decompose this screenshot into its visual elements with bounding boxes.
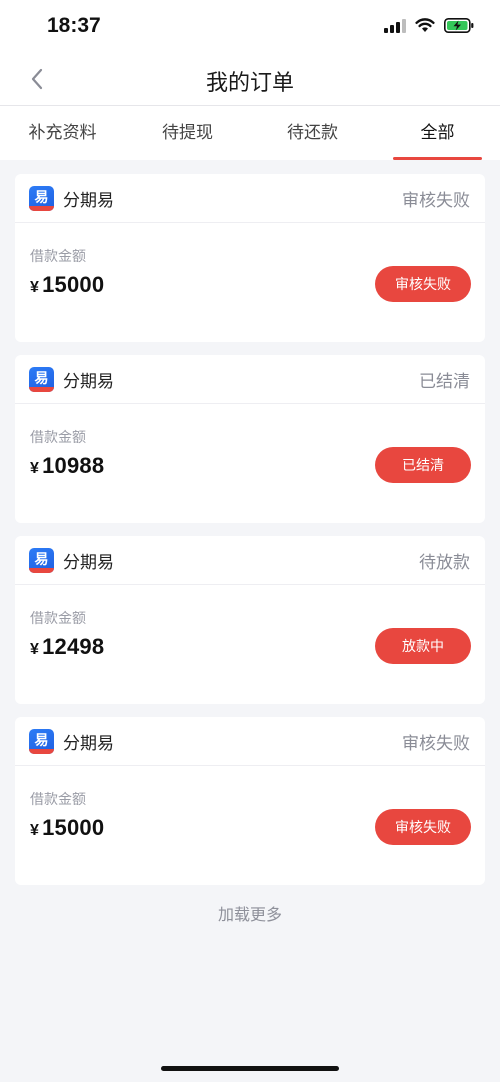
order-card-body: 借款金额 ¥10988 已结清	[15, 404, 485, 522]
currency-symbol: ¥	[30, 641, 40, 658]
order-status: 审核失败	[402, 190, 470, 211]
status-time: 18:37	[47, 14, 101, 37]
order-status: 审核失败	[402, 733, 470, 754]
home-indicator[interactable]	[161, 1066, 339, 1071]
app-logo-icon: 易	[29, 547, 54, 573]
order-card-body: 借款金额 ¥12498 放款中	[15, 585, 485, 703]
signal-icon	[384, 18, 406, 37]
order-tabs: 补充资料 待提现 待还款 全部	[0, 106, 500, 160]
amount-label: 借款金额	[30, 611, 86, 627]
order-card-header: 易 分期易 审核失败	[15, 174, 485, 223]
tab-all[interactable]: 全部	[375, 106, 500, 160]
tab-supplement[interactable]: 补充资料	[0, 106, 125, 160]
order-list: 易 分期易 审核失败 借款金额 ¥15000 审核失败 易 分期易 已结清 借款…	[0, 160, 500, 925]
currency-symbol: ¥	[30, 822, 40, 839]
status-icons	[384, 18, 474, 37]
amount-number: 12498	[42, 634, 105, 659]
order-action-button[interactable]: 已结清	[375, 447, 471, 483]
order-status: 待放款	[419, 552, 470, 573]
amount-label: 借款金额	[30, 430, 86, 446]
currency-symbol: ¥	[30, 460, 40, 477]
status-bar: 18:37	[0, 0, 500, 56]
wifi-icon	[415, 18, 435, 37]
brand-name: 分期易	[63, 190, 114, 211]
amount-number: 15000	[42, 272, 105, 297]
nav-bar: 我的订单	[0, 56, 500, 106]
order-action-button[interactable]: 审核失败	[375, 809, 471, 845]
currency-symbol: ¥	[30, 279, 40, 296]
order-card-body: 借款金额 ¥15000 审核失败	[15, 223, 485, 341]
order-card[interactable]: 易 分期易 已结清 借款金额 ¥10988 已结清	[15, 355, 485, 523]
order-card-header: 易 分期易 已结清	[15, 355, 485, 404]
tab-pending-withdraw[interactable]: 待提现	[125, 106, 250, 160]
order-status: 已结清	[419, 371, 470, 392]
brand-name: 分期易	[63, 733, 114, 754]
app-logo-icon: 易	[29, 185, 54, 211]
order-action-button[interactable]: 审核失败	[375, 266, 471, 302]
brand-name: 分期易	[63, 552, 114, 573]
order-card[interactable]: 易 分期易 待放款 借款金额 ¥12498 放款中	[15, 536, 485, 704]
page-title: 我的订单	[205, 71, 294, 96]
order-card-body: 借款金额 ¥15000 审核失败	[15, 766, 485, 884]
brand-name: 分期易	[63, 371, 114, 392]
order-card[interactable]: 易 分期易 审核失败 借款金额 ¥15000 审核失败	[15, 174, 485, 342]
battery-charging-icon	[444, 18, 474, 37]
amount-number: 15000	[42, 815, 105, 840]
amount-number: 10988	[42, 453, 105, 478]
order-card[interactable]: 易 分期易 审核失败 借款金额 ¥15000 审核失败	[15, 717, 485, 885]
tab-pending-repay[interactable]: 待还款	[250, 106, 375, 160]
app-logo-icon: 易	[29, 728, 54, 754]
order-action-button[interactable]: 放款中	[375, 628, 471, 664]
amount-label: 借款金额	[30, 792, 86, 808]
amount-label: 借款金额	[30, 249, 86, 265]
load-more-link[interactable]: 加载更多	[15, 901, 485, 925]
app-logo-icon: 易	[29, 366, 54, 392]
order-card-header: 易 分期易 待放款	[15, 536, 485, 585]
order-card-header: 易 分期易 审核失败	[15, 717, 485, 766]
top-area: 18:37 我的订单	[0, 0, 500, 106]
